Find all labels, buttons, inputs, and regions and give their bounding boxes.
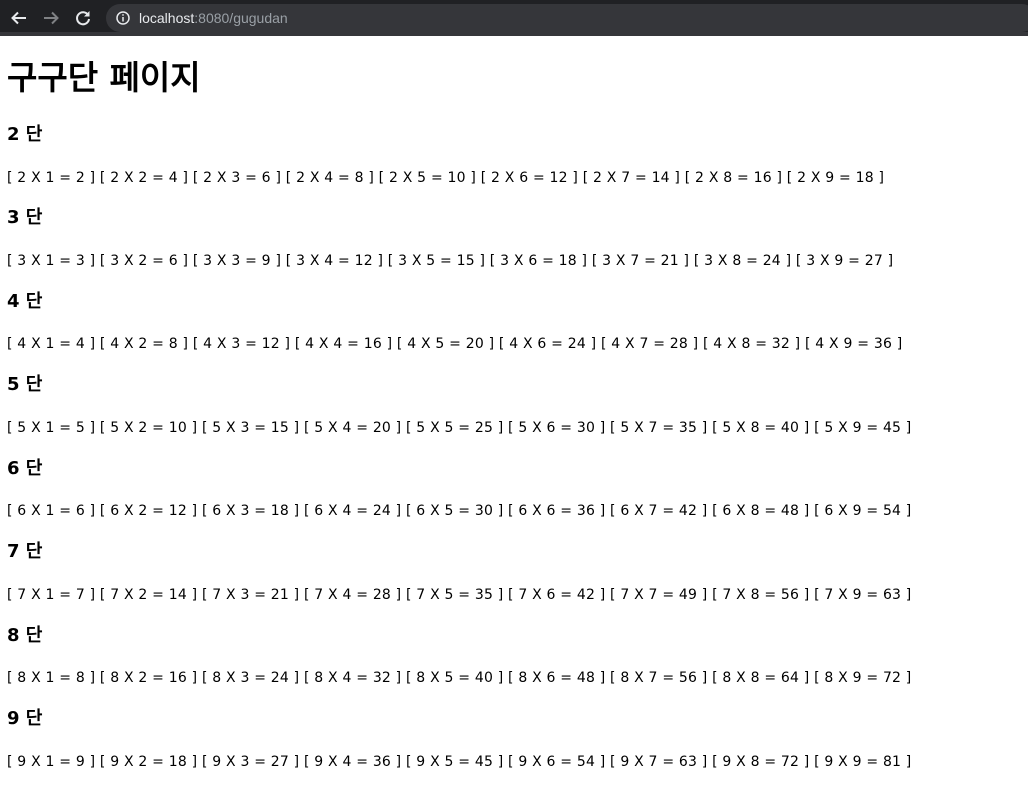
- dan-heading-2: 2 단: [7, 124, 43, 145]
- dan-row-8: [ 8 X 1 = 8 ] [ 8 X 2 = 16 ] [ 8 X 3 = 2…: [7, 670, 912, 686]
- back-arrow-icon[interactable]: [8, 7, 30, 29]
- dan-heading-3: 3 단: [7, 207, 43, 228]
- toolbar-bottom-edge: [0, 32, 1028, 36]
- dan-row-9: [ 9 X 1 = 9 ] [ 9 X 2 = 18 ] [ 9 X 3 = 2…: [7, 754, 912, 770]
- dan-row-6: [ 6 X 1 = 6 ] [ 6 X 2 = 12 ] [ 6 X 3 = 1…: [7, 503, 912, 519]
- forward-arrow-icon[interactable]: [40, 7, 62, 29]
- url-text[interactable]: localhost:8080/gugudan: [139, 4, 288, 32]
- reload-icon[interactable]: [72, 7, 94, 29]
- dan-heading-5: 5 단: [7, 374, 43, 395]
- page-title: 구구단 페이지: [7, 58, 201, 97]
- dan-heading-7: 7 단: [7, 541, 43, 562]
- url-path: :8080/gugudan: [194, 10, 288, 26]
- dan-row-3: [ 3 X 1 = 3 ] [ 3 X 2 = 6 ] [ 3 X 3 = 9 …: [7, 253, 894, 269]
- dan-heading-6: 6 단: [7, 458, 43, 479]
- browser-toolbar: localhost:8080/gugudan: [0, 0, 1028, 36]
- dan-heading-4: 4 단: [7, 291, 43, 312]
- address-bar[interactable]: localhost:8080/gugudan: [106, 4, 1028, 32]
- dan-heading-8: 8 단: [7, 625, 43, 646]
- url-host: localhost: [139, 10, 195, 26]
- dan-heading-9: 9 단: [7, 708, 43, 729]
- dan-row-2: [ 2 X 1 = 2 ] [ 2 X 2 = 4 ] [ 2 X 3 = 6 …: [7, 170, 885, 186]
- info-icon[interactable]: [116, 11, 130, 25]
- dan-row-7: [ 7 X 1 = 7 ] [ 7 X 2 = 14 ] [ 7 X 3 = 2…: [7, 587, 912, 603]
- dan-row-4: [ 4 X 1 = 4 ] [ 4 X 2 = 8 ] [ 4 X 3 = 12…: [7, 336, 903, 352]
- dan-row-5: [ 5 X 1 = 5 ] [ 5 X 2 = 10 ] [ 5 X 3 = 1…: [7, 420, 912, 436]
